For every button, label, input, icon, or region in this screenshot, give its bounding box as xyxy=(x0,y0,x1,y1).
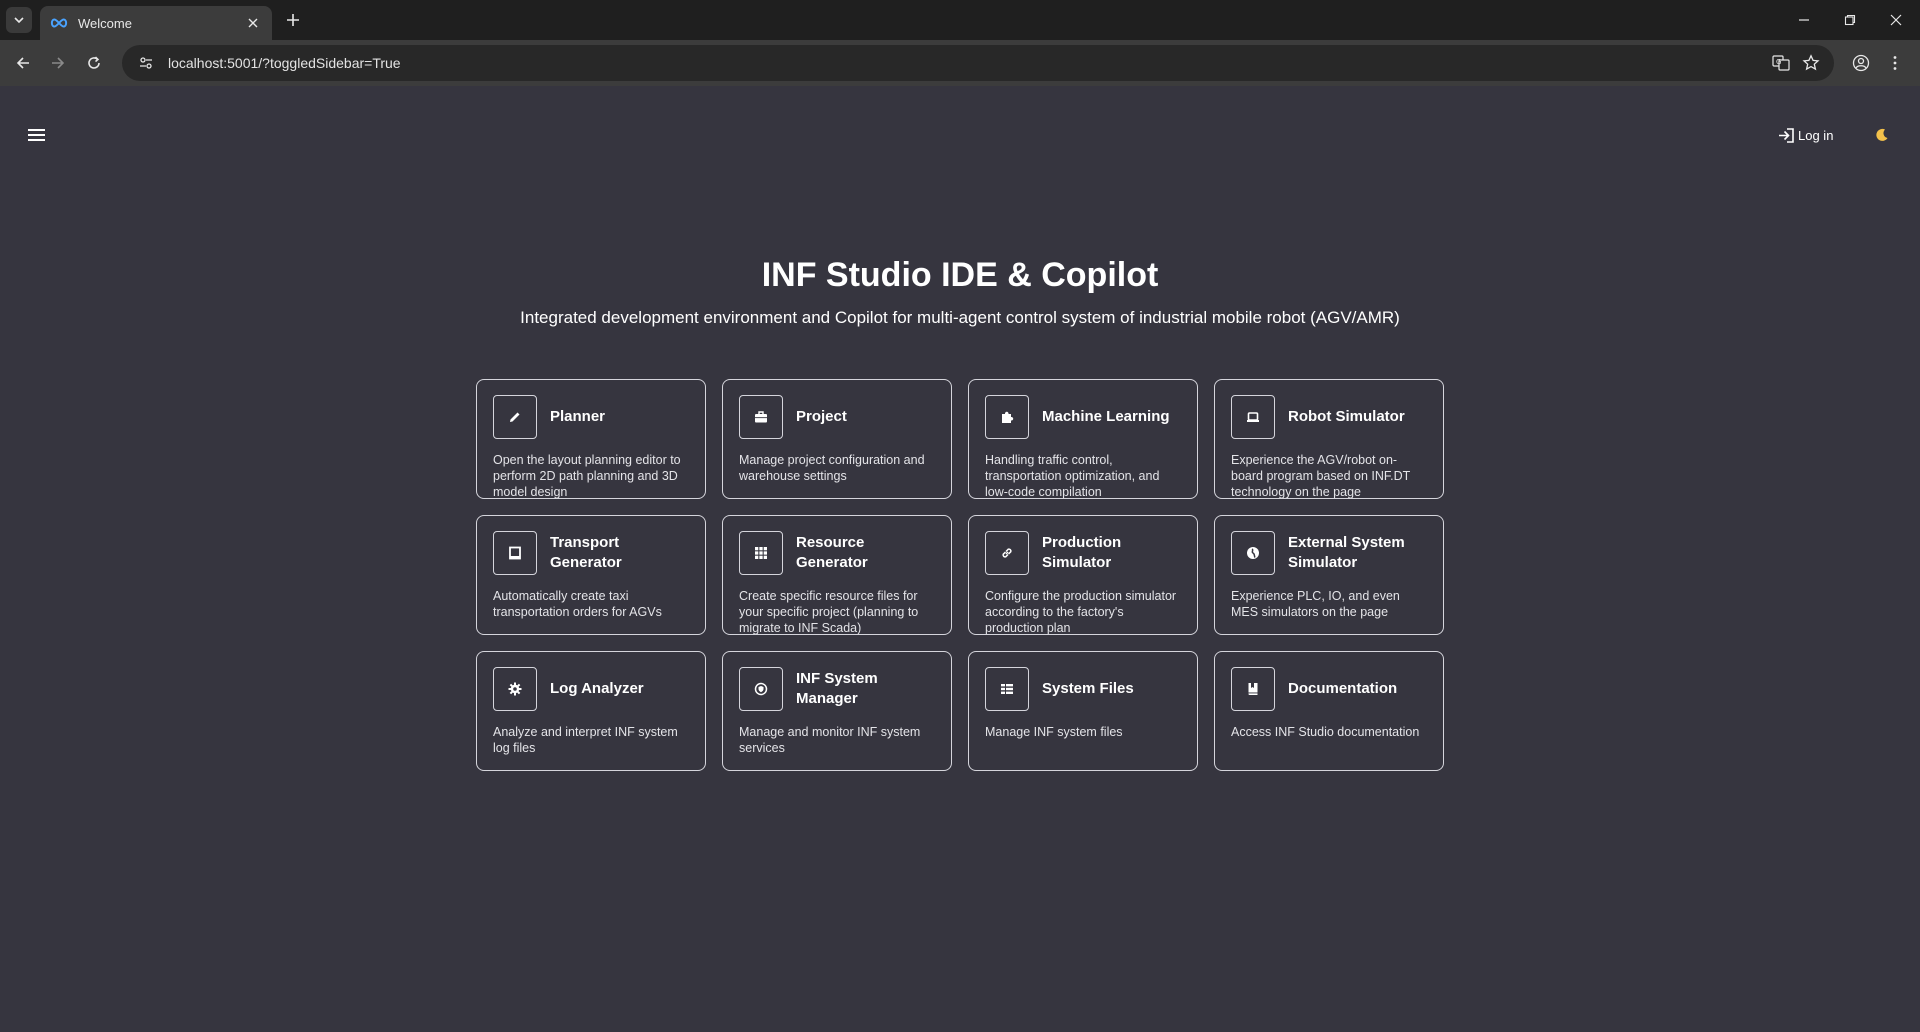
forward-button[interactable] xyxy=(45,50,71,76)
card-log-analyzer[interactable]: Log Analyzer Analyze and interpret INF s… xyxy=(476,651,706,771)
card-description: Configure the production simulator accor… xyxy=(985,589,1177,635)
card-title: Production Simulator xyxy=(1042,534,1122,571)
card-title: Machine Learning xyxy=(1042,408,1170,425)
close-window-button[interactable] xyxy=(1873,0,1919,40)
back-button[interactable] xyxy=(10,50,36,76)
reload-icon xyxy=(88,56,100,69)
profile-button[interactable] xyxy=(1848,50,1874,76)
page-title: INF Studio IDE & Copilot xyxy=(761,256,1159,294)
card-title: Documentation xyxy=(1288,680,1398,697)
browser-tab-welcome[interactable]: Welcome xyxy=(40,6,272,40)
url-text: localhost:5001/?toggledSidebar=True xyxy=(168,55,401,71)
bookmark-star-icon[interactable] xyxy=(1796,48,1826,78)
card-description: Access INF Studio documentation xyxy=(1231,725,1420,739)
card-title: Robot Simulator xyxy=(1288,408,1405,425)
card-title: Planner xyxy=(550,408,606,425)
card-description: Manage and monitor INF system services xyxy=(739,725,921,755)
card-description: Manage project configuration and warehou… xyxy=(739,453,925,483)
tab-title: Welcome xyxy=(78,15,132,31)
minimize-icon xyxy=(1799,19,1809,21)
restore-button[interactable] xyxy=(1827,0,1873,40)
card-description: Analyze and interpret INF system log fil… xyxy=(493,725,678,755)
close-icon xyxy=(1890,14,1902,26)
login-button[interactable]: Log in xyxy=(1778,124,1833,146)
browser-tab-bar: Welcome xyxy=(0,0,1920,40)
grid-icon xyxy=(739,531,783,575)
square-icon xyxy=(493,531,537,575)
arrow-right-icon xyxy=(52,57,65,69)
pencil-icon xyxy=(493,395,537,439)
card-production-simulator[interactable]: Production Simulator Configure the produ… xyxy=(968,515,1198,635)
feature-grid: Planner Open the layout planning editor … xyxy=(476,379,1444,771)
card-robot-simulator[interactable]: Robot Simulator Experience the AGV/robot… xyxy=(1214,379,1444,499)
login-icon xyxy=(1779,127,1794,143)
card-title: System Files xyxy=(1042,680,1134,697)
puzzle-icon xyxy=(985,395,1029,439)
link-icon xyxy=(985,531,1029,575)
profile-icon xyxy=(1852,54,1870,72)
robot-icon xyxy=(1231,395,1275,439)
card-title: INF System Manager xyxy=(796,670,878,707)
theme-toggle-moon-icon[interactable] xyxy=(1872,125,1892,145)
card-external-system-simulator[interactable]: External System Simulator Experience PLC… xyxy=(1214,515,1444,635)
minimize-button[interactable] xyxy=(1781,0,1827,40)
card-inf-system-manager[interactable]: INF System Manager Manage and monitor IN… xyxy=(722,651,952,771)
card-transport-generator[interactable]: Transport Generator Automatically create… xyxy=(476,515,706,635)
card-description: Handling traffic control, transportation… xyxy=(985,453,1160,499)
restore-icon xyxy=(1844,14,1856,26)
chevron-down-icon xyxy=(14,17,24,24)
arrow-left-icon xyxy=(16,57,29,69)
card-planner[interactable]: Planner Open the layout planning editor … xyxy=(476,379,706,499)
card-resource-generator[interactable]: Resource Generator Create specific resou… xyxy=(722,515,952,635)
tab-search-button[interactable] xyxy=(6,7,32,33)
browser-menu-button[interactable] xyxy=(1882,50,1908,76)
address-bar[interactable]: localhost:5001/?toggledSidebar=True G xyxy=(122,45,1834,81)
card-description: Create specific resource files for your … xyxy=(739,589,919,635)
card-title: Project xyxy=(796,408,847,425)
card-system-files[interactable]: System Files Manage INF system files xyxy=(968,651,1198,771)
login-label: Log in xyxy=(1798,127,1834,143)
card-description: Experience the AGV/robot on-board progra… xyxy=(1231,453,1411,499)
card-description: Open the layout planning editor to perfo… xyxy=(493,453,681,499)
card-description: Manage INF system files xyxy=(985,725,1123,739)
card-title: Resource Generator xyxy=(796,534,868,571)
new-tab-button[interactable] xyxy=(282,9,304,31)
card-title: External System Simulator xyxy=(1288,534,1405,571)
browser-toolbar: localhost:5001/?toggledSidebar=True G xyxy=(0,40,1920,86)
reload-button[interactable] xyxy=(81,50,107,76)
kebab-menu-icon xyxy=(1893,56,1897,70)
briefcase-icon xyxy=(739,395,783,439)
book-icon xyxy=(1231,667,1275,711)
site-info-icon[interactable] xyxy=(134,51,158,75)
close-tab-icon[interactable] xyxy=(244,14,262,32)
list-icon xyxy=(985,667,1029,711)
hamburger-menu-icon[interactable] xyxy=(24,124,50,146)
card-description: Automatically create taxi transportation… xyxy=(493,589,662,619)
gear-icon xyxy=(493,667,537,711)
card-description: Experience PLC, IO, and even MES simulat… xyxy=(1231,589,1400,619)
svg-text:G: G xyxy=(1776,58,1781,66)
card-project[interactable]: Project Manage project configuration and… xyxy=(722,379,952,499)
page-subtitle: Integrated development environment and C… xyxy=(520,308,1400,327)
card-documentation[interactable]: Documentation Access INF Studio document… xyxy=(1214,651,1444,771)
card-title: Log Analyzer xyxy=(550,680,644,697)
shield-icon xyxy=(739,667,783,711)
translate-icon[interactable]: G xyxy=(1766,48,1796,78)
plus-icon xyxy=(287,14,299,26)
card-title: Transport Generator xyxy=(550,534,622,571)
infinity-favicon-icon xyxy=(50,16,68,30)
card-machine-learning[interactable]: Machine Learning Handling traffic contro… xyxy=(968,379,1198,499)
globe-icon xyxy=(1231,531,1275,575)
